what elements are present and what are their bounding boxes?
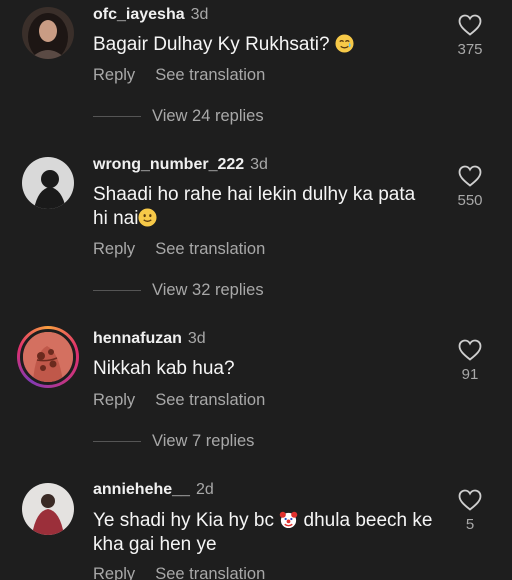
clown-face-emoji: [280, 511, 298, 529]
replies-divider: [93, 440, 141, 442]
reply-button[interactable]: Reply: [93, 66, 135, 84]
avatar[interactable]: [22, 483, 74, 535]
view-replies-label: View 32 replies: [152, 280, 264, 299]
comment-time: 3d: [250, 156, 268, 173]
comment-text: Ye shadi hy Kia hy bc dhula beech ke kha…: [93, 509, 433, 557]
see-translation-button[interactable]: See translation: [155, 66, 265, 84]
heart-icon[interactable]: [458, 489, 482, 511]
see-translation-button[interactable]: See translation: [155, 240, 265, 258]
avatar[interactable]: [22, 7, 74, 59]
see-translation-button[interactable]: See translation: [155, 391, 265, 409]
comments-list: ofc_iayesha 3d Bagair Dulhay Ky Rukhsati?…: [0, 0, 512, 580]
view-replies-button[interactable]: View 24 replies: [93, 106, 264, 126]
comment-username[interactable]: anniehehe__: [93, 481, 190, 498]
comment-text: Nikkah kab hua?: [93, 357, 433, 381]
like-count: 375: [457, 41, 483, 58]
like-container: 5: [450, 489, 490, 533]
comment-text-content: Bagair Dulhay Ky Rukhsati?: [93, 34, 330, 55]
comment-time: 3d: [187, 330, 206, 347]
heart-icon[interactable]: [458, 339, 482, 361]
comment-text-before: Ye shadi hy Kia hy bc: [93, 510, 274, 531]
avatar[interactable]: [17, 326, 79, 388]
comment-username[interactable]: hennafuzan: [93, 330, 182, 347]
heart-icon[interactable]: [458, 165, 482, 187]
like-count: 5: [465, 516, 475, 533]
slight-smile-emoji: [138, 208, 157, 227]
avatar[interactable]: [22, 157, 74, 209]
reply-button[interactable]: Reply: [93, 240, 135, 258]
comment-username[interactable]: wrong_number_222: [93, 156, 244, 173]
reply-button[interactable]: Reply: [93, 565, 135, 580]
reply-button[interactable]: Reply: [93, 391, 135, 409]
comment-text: Shaadi ho rahe hai lekin dulhy ka pata h…: [93, 183, 433, 231]
like-count: 91: [461, 366, 479, 383]
see-translation-button[interactable]: See translation: [155, 565, 265, 580]
view-replies-button[interactable]: View 32 replies: [93, 280, 264, 300]
like-container: 91: [450, 339, 490, 383]
comment-time: 2d: [195, 481, 214, 498]
comment-time: 3d: [190, 6, 209, 23]
view-replies-label: View 24 replies: [152, 106, 264, 125]
comment-username[interactable]: ofc_iayesha: [93, 6, 185, 23]
replies-divider: [93, 115, 141, 117]
smiling-tear-emoji: [335, 34, 354, 53]
replies-divider: [93, 289, 141, 291]
like-container: 550: [450, 165, 490, 209]
comment-text-content: Nikkah kab hua?: [93, 358, 235, 379]
like-container: 375: [450, 14, 490, 58]
like-count: 550: [457, 192, 483, 209]
view-replies-label: View 7 replies: [152, 431, 255, 450]
view-replies-button[interactable]: View 7 replies: [93, 431, 254, 451]
comment-text: Bagair Dulhay Ky Rukhsati?: [93, 33, 433, 57]
heart-icon[interactable]: [458, 14, 482, 36]
